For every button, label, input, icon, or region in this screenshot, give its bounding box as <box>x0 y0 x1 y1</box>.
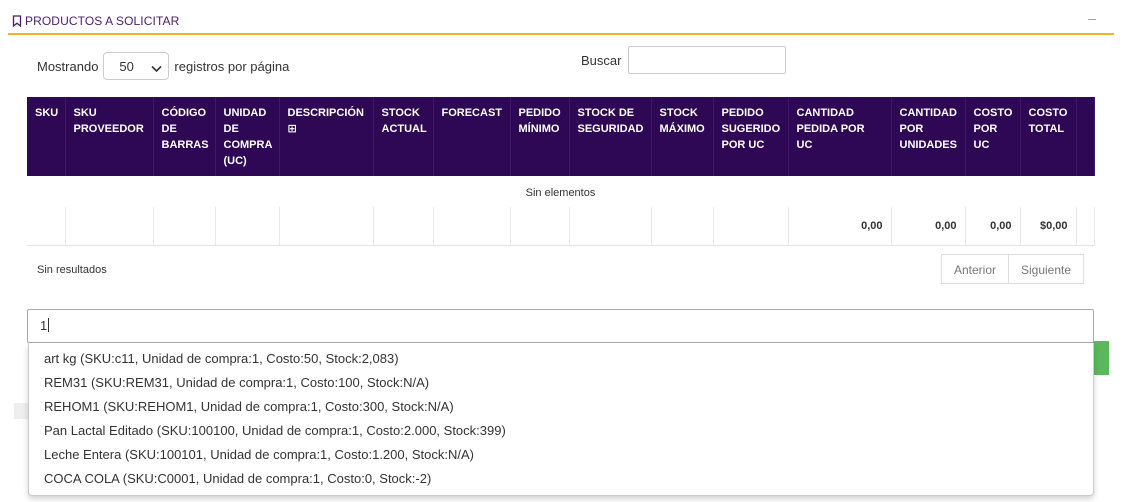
column-header-cantidad-unidades[interactable]: CANTIDAD POR UNIDADES <box>891 97 966 176</box>
product-search-input[interactable]: 1 <box>27 309 1094 343</box>
suggestion-item[interactable]: COCA COLA (SKU:C0001, Unidad de compra:1… <box>29 467 1093 491</box>
next-page-button[interactable]: Siguiente <box>1009 254 1084 284</box>
column-header-costo-uc[interactable]: COSTO POR UC <box>965 97 1021 176</box>
table-info: Sin resultados <box>37 264 107 276</box>
total-cell <box>27 207 66 246</box>
length-suffix: registros por página <box>174 58 290 74</box>
total-cell <box>713 207 789 246</box>
column-header-descripcion[interactable]: DESCRIPCIÓN ⊞ <box>279 97 374 176</box>
column-header-stock-seguridad[interactable]: STOCK DE SEGURIDAD <box>569 97 652 176</box>
column-header-cantidad-pedida[interactable]: CANTIDAD PEDIDA POR UC <box>788 97 892 176</box>
pagination: Anterior Siguiente <box>941 254 1084 284</box>
product-search-value: 1 <box>40 318 48 333</box>
suggestion-dropdown: art kg (SKU:c11, Unidad de compra:1, Cos… <box>28 343 1094 496</box>
column-header-sku-proveedor[interactable]: SKU PROVEEDOR <box>65 97 154 176</box>
total-cell <box>373 207 434 246</box>
panel-header: PRODUCTOS A SOLICITAR – <box>8 8 1114 35</box>
column-header-stock-maximo[interactable]: STOCK MÁXIMO <box>651 97 714 176</box>
column-header-sku[interactable]: SKU <box>27 97 66 176</box>
total-cell <box>215 207 280 246</box>
column-header-stock-actual[interactable]: STOCK ACTUAL <box>373 97 434 176</box>
page-length-select[interactable]: 50 <box>103 52 170 80</box>
total-cell <box>1076 207 1095 246</box>
suggestion-item[interactable]: art kg (SKU:c11, Unidad de compra:1, Cos… <box>29 347 1093 371</box>
length-prefix: Mostrando <box>37 58 99 74</box>
products-table: SKU SKU PROVEEDOR CÓDIGO DE BARRAS UNIDA… <box>27 97 1095 246</box>
total-costo-total: $0,00 <box>1020 207 1077 246</box>
bookmark-icon <box>12 15 22 27</box>
chevron-down-icon <box>151 61 162 76</box>
column-header-pedido-sugerido[interactable]: PEDIDO SUGERIDO POR UC <box>713 97 789 176</box>
collapse-button[interactable]: – <box>1088 10 1096 26</box>
total-costo-uc: 0,00 <box>965 207 1021 246</box>
suggestion-item[interactable]: REHOM1 (SKU:REHOM1, Unidad de compra:1, … <box>29 395 1093 419</box>
search-label: Buscar <box>581 52 622 68</box>
text-caret <box>48 318 50 332</box>
previous-page-button[interactable]: Anterior <box>941 254 1009 284</box>
total-cantidad-unidades: 0,00 <box>891 207 966 246</box>
total-cell <box>433 207 511 246</box>
total-cell <box>510 207 570 246</box>
column-header-unidad-compra[interactable]: UNIDAD DE COMPRA (UC) <box>215 97 280 176</box>
total-cantidad-pedida: 0,00 <box>788 207 892 246</box>
total-cell <box>651 207 714 246</box>
totals-row: 0,00 0,00 0,00 $0,00 <box>27 207 1095 246</box>
page-length-value: 50 <box>119 59 134 74</box>
panel-title-text: PRODUCTOS A SOLICITAR <box>25 14 180 28</box>
empty-message: Sin elementos <box>525 186 596 199</box>
page-length-control: Mostrando 50 registros por página <box>37 52 289 80</box>
column-header-pedido-minimo[interactable]: PEDIDO MÍNIMO <box>510 97 570 176</box>
obscured-element <box>14 403 28 419</box>
search-control: Buscar <box>581 46 787 74</box>
total-cell <box>569 207 652 246</box>
column-header-extra <box>1076 97 1095 176</box>
panel-title: PRODUCTOS A SOLICITAR <box>12 14 179 28</box>
empty-row: Sin elementos <box>27 176 1094 207</box>
suggestion-item[interactable]: Pan Lactal Editado (SKU:100100, Unidad d… <box>29 419 1093 443</box>
suggestion-item[interactable]: REM31 (SKU:REM31, Unidad de compra:1, Co… <box>29 371 1093 395</box>
total-cell <box>279 207 374 246</box>
suggestion-item[interactable]: Leche Entera (SKU:100101, Unidad de comp… <box>29 443 1093 467</box>
total-cell <box>153 207 216 246</box>
column-header-forecast[interactable]: FORECAST <box>433 97 511 176</box>
table-header-row: SKU SKU PROVEEDOR CÓDIGO DE BARRAS UNIDA… <box>27 97 1095 176</box>
column-header-costo-total[interactable]: COSTO TOTAL <box>1020 97 1077 176</box>
total-cell <box>65 207 154 246</box>
column-header-codigo-barras[interactable]: CÓDIGO DE BARRAS <box>153 97 216 176</box>
search-input[interactable] <box>628 46 787 74</box>
